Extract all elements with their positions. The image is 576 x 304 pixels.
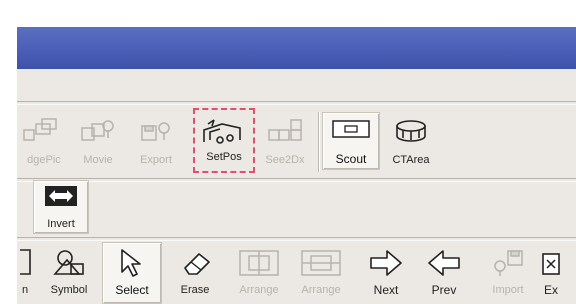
arrange-horizontal-icon xyxy=(239,250,279,276)
partial-label: n xyxy=(22,284,29,296)
edgepic-label: dgePic xyxy=(27,154,61,166)
partial-button[interactable]: n xyxy=(8,242,38,300)
export-button[interactable]: Export xyxy=(129,112,183,170)
separator xyxy=(17,178,576,182)
invert-button[interactable]: Invert xyxy=(33,180,89,234)
arrow-cursor-icon xyxy=(121,249,141,277)
arrow-right-icon xyxy=(370,250,402,276)
prev-label: Prev xyxy=(431,283,457,297)
setpos-label: SetPos xyxy=(206,151,242,163)
scout-label: Scout xyxy=(335,152,367,166)
arrange-vertical-icon xyxy=(301,250,341,276)
separator xyxy=(17,101,576,105)
group-separator xyxy=(318,112,319,172)
eraser-icon xyxy=(184,253,210,275)
window-title-bar xyxy=(17,27,576,69)
arrange-horizontal-button[interactable]: Arrange xyxy=(230,242,288,300)
import-icon xyxy=(494,250,523,276)
arrange-label: Arrange xyxy=(239,284,279,296)
setpos-button[interactable]: SetPos xyxy=(193,108,255,173)
movie-label: Movie xyxy=(83,154,113,166)
import-button[interactable]: Import xyxy=(480,242,536,300)
ct-area-icon xyxy=(396,120,426,142)
ctarea-button[interactable]: CTArea xyxy=(382,112,440,170)
see2dx-label: See2Dx xyxy=(265,154,305,166)
invert-label: Invert xyxy=(47,218,75,230)
bracket-icon xyxy=(20,249,31,275)
set-position-icon xyxy=(203,119,241,144)
arrange-label: Arrange xyxy=(301,284,341,296)
exit-label: Ex xyxy=(544,283,559,297)
next-button[interactable]: Next xyxy=(358,242,414,300)
scout-button[interactable]: Scout xyxy=(322,112,380,170)
scout-icon xyxy=(332,120,370,138)
exit-icon xyxy=(542,253,560,275)
select-button[interactable]: Select xyxy=(102,242,162,304)
arrange-vertical-button[interactable]: Arrange xyxy=(292,242,350,300)
symbol-icon xyxy=(53,250,84,275)
erase-label: Erase xyxy=(180,284,210,296)
symbol-label: Symbol xyxy=(50,284,88,296)
separator xyxy=(17,237,576,241)
ctarea-label: CTArea xyxy=(392,154,430,166)
edge-picture-icon xyxy=(23,118,57,141)
symbol-button[interactable]: Symbol xyxy=(42,242,96,300)
arrow-left-icon xyxy=(428,250,460,276)
exit-button[interactable]: Ex xyxy=(538,242,576,300)
import-label: Import xyxy=(492,284,524,296)
see-2d-icon xyxy=(268,119,302,141)
export-label: Export xyxy=(140,154,172,166)
edgepic-button[interactable]: dgePic xyxy=(17,112,71,170)
export-icon xyxy=(141,122,170,141)
select-label: Select xyxy=(115,283,149,297)
next-label: Next xyxy=(373,283,399,297)
invert-icon xyxy=(45,186,77,206)
see2dx-button[interactable]: See2Dx xyxy=(258,112,312,170)
movie-icon xyxy=(81,120,114,141)
erase-button[interactable]: Erase xyxy=(166,242,224,300)
prev-button[interactable]: Prev xyxy=(416,242,472,300)
movie-button[interactable]: Movie xyxy=(71,112,125,170)
